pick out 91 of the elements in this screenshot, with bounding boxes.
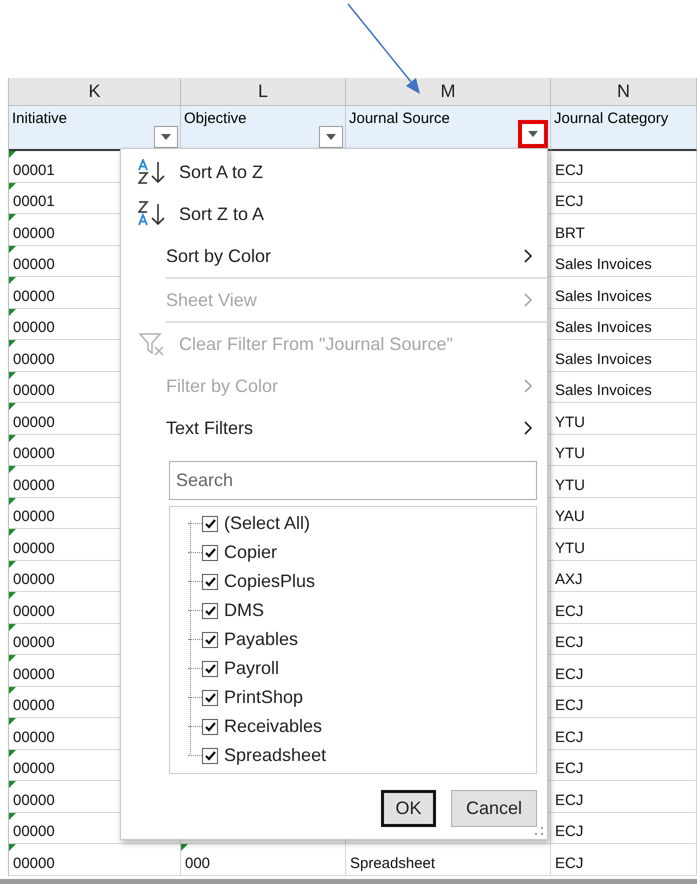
chevron-right-icon bbox=[523, 292, 533, 308]
error-triangle-icon bbox=[9, 686, 16, 694]
checkbox[interactable] bbox=[202, 660, 218, 676]
error-triangle-icon bbox=[9, 624, 16, 630]
error-triangle-icon bbox=[9, 214, 16, 221]
error-triangle-icon bbox=[9, 560, 16, 568]
error-triangle-icon bbox=[9, 498, 16, 504]
table-cell: 000 bbox=[181, 844, 346, 876]
table-cell: Spreadsheet bbox=[346, 844, 551, 876]
table-cell: ECJ bbox=[551, 592, 697, 624]
table-cell: 00000 bbox=[9, 844, 181, 876]
checkbox[interactable] bbox=[202, 574, 218, 590]
column-letter[interactable]: M bbox=[346, 78, 551, 106]
table-cell: YAU bbox=[551, 498, 697, 529]
table-cell: ECJ bbox=[551, 624, 697, 655]
error-triangle-icon bbox=[9, 781, 16, 788]
error-triangle-icon bbox=[9, 592, 16, 599]
table-cell: Sales Invoices bbox=[551, 340, 697, 372]
table-cell: Sales Invoices bbox=[551, 372, 697, 403]
header-text: Journal Category bbox=[554, 110, 668, 127]
value-item[interactable]: (Select All) bbox=[188, 509, 536, 538]
checkbox[interactable] bbox=[202, 632, 218, 648]
error-triangle-icon bbox=[9, 718, 16, 725]
checkbox[interactable] bbox=[202, 690, 218, 706]
caret-icon bbox=[161, 134, 171, 140]
table-cell: BRT bbox=[551, 214, 697, 246]
value-item[interactable]: DMS bbox=[188, 596, 536, 625]
table-cell: ECJ bbox=[551, 686, 697, 718]
checkbox[interactable] bbox=[202, 748, 218, 764]
resize-grip-icon bbox=[534, 826, 544, 836]
search-field[interactable]: Search bbox=[169, 461, 537, 500]
error-triangle-icon bbox=[9, 403, 16, 410]
table-cell: ECJ bbox=[551, 812, 697, 844]
column-letter[interactable]: N bbox=[551, 78, 697, 106]
chevron-right-icon bbox=[523, 248, 533, 264]
chevron-right-icon bbox=[523, 420, 533, 436]
value-item[interactable]: Copier bbox=[188, 538, 536, 567]
table-cell: ECJ bbox=[551, 182, 697, 214]
error-triangle-icon bbox=[9, 844, 16, 851]
error-triangle-icon bbox=[9, 151, 16, 158]
value-item[interactable]: Receivables bbox=[188, 712, 536, 741]
filter-dropdown-button[interactable] bbox=[154, 126, 178, 148]
error-triangle-icon bbox=[9, 277, 16, 284]
filter-dropdown-button[interactable] bbox=[518, 120, 548, 148]
checkbox[interactable] bbox=[202, 544, 218, 560]
table-cell: YTU bbox=[551, 529, 697, 560]
cancel-button[interactable]: Cancel bbox=[451, 790, 537, 827]
error-triangle-icon bbox=[9, 372, 16, 378]
error-triangle-icon bbox=[9, 340, 16, 347]
header-text: Journal Source bbox=[349, 110, 450, 127]
value-item[interactable]: CopiesPlus bbox=[188, 567, 536, 596]
table-cell: Sales Invoices bbox=[551, 277, 697, 308]
error-triangle-icon bbox=[9, 182, 16, 190]
header-text: Initiative bbox=[12, 110, 68, 127]
error-triangle-icon bbox=[9, 434, 16, 442]
column-letter[interactable]: K bbox=[9, 78, 181, 106]
table-cell: ECJ bbox=[551, 781, 697, 812]
value-item[interactable]: Payroll bbox=[188, 654, 536, 683]
ok-button[interactable]: OK bbox=[381, 790, 436, 827]
clear-filter-icon bbox=[138, 331, 166, 357]
value-item[interactable]: PrintShop bbox=[188, 683, 536, 712]
error-triangle-icon bbox=[9, 466, 16, 473]
table-cell: YTU bbox=[551, 434, 697, 466]
table-cell: YTU bbox=[551, 466, 697, 498]
caret-icon bbox=[326, 134, 336, 140]
error-triangle-icon bbox=[9, 308, 16, 316]
caret-icon bbox=[528, 131, 538, 137]
table-cell: ECJ bbox=[551, 151, 697, 182]
checkbox[interactable] bbox=[202, 602, 218, 618]
checkbox[interactable] bbox=[202, 718, 218, 734]
filter-dropdown-button[interactable] bbox=[319, 126, 343, 148]
error-triangle-icon bbox=[9, 246, 16, 252]
value-item[interactable]: Payables bbox=[188, 625, 536, 654]
table-cell: YTU bbox=[551, 403, 697, 434]
checkbox[interactable] bbox=[202, 516, 218, 532]
table-cell: Sales Invoices bbox=[551, 246, 697, 277]
table-cell: ECJ bbox=[551, 750, 697, 781]
error-triangle-icon bbox=[9, 812, 16, 820]
column-letter[interactable]: L bbox=[181, 78, 346, 106]
error-triangle-icon bbox=[181, 844, 188, 851]
chevron-right-icon bbox=[523, 378, 533, 394]
error-triangle-icon bbox=[9, 655, 16, 662]
table-cell: ECJ bbox=[551, 655, 697, 686]
error-triangle-icon bbox=[9, 529, 16, 536]
error-triangle-icon bbox=[9, 750, 16, 756]
table-cell: ECJ bbox=[551, 844, 697, 876]
table-cell: ECJ bbox=[551, 718, 697, 750]
value-item[interactable]: Spreadsheet bbox=[188, 741, 536, 770]
table-cell: AXJ bbox=[551, 560, 697, 592]
header-text: Objective bbox=[184, 110, 247, 127]
table-cell: Sales Invoices bbox=[551, 308, 697, 340]
